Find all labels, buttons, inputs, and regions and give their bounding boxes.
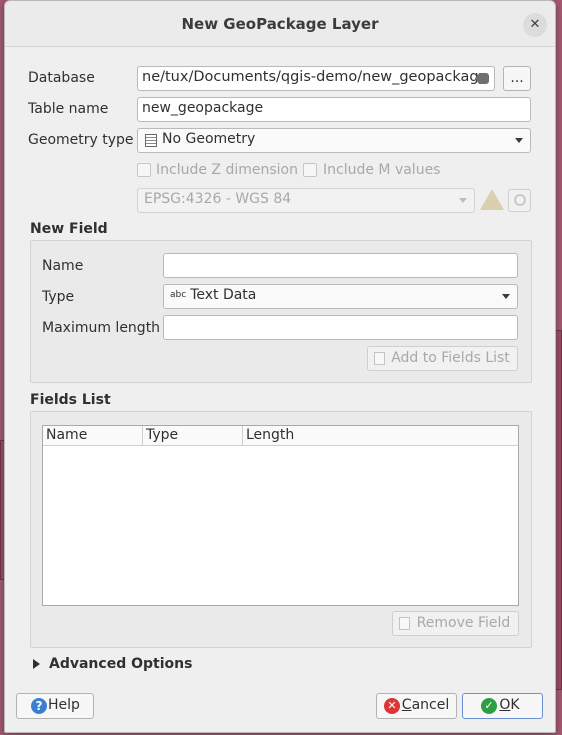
cancel-icon: ✕ [384, 698, 400, 714]
crs-select[interactable]: EPSG:4326 - WGS 84 [137, 188, 475, 213]
remove-field-label: Remove Field [416, 615, 511, 631]
ok-label: K [510, 697, 520, 713]
add-to-fields-button[interactable]: Add to Fields List [367, 346, 518, 371]
fields-table[interactable]: Name Type Length [42, 425, 519, 606]
column-header-length[interactable]: Length [243, 426, 518, 446]
close-icon: ✕ [529, 17, 541, 32]
cancel-label: ancel [411, 697, 450, 713]
help-icon: ? [31, 698, 47, 714]
table-name-label: Table name [28, 101, 109, 117]
table-icon [145, 134, 157, 147]
close-button[interactable]: ✕ [523, 13, 547, 37]
database-path: ne/tux/Documents/qgis-demo/new_geopackag… [142, 69, 488, 85]
advanced-options-toggle[interactable]: Advanced Options [49, 656, 192, 672]
dialog-title: New GeoPackage Layer [181, 15, 379, 33]
geometry-type-label: Geometry type [28, 132, 134, 148]
ok-icon: ✓ [481, 698, 497, 714]
title-bar: New GeoPackage Layer ✕ [5, 1, 555, 47]
remove-field-icon [399, 617, 410, 630]
field-type-value: Text Data [190, 287, 257, 303]
column-header-name[interactable]: Name [43, 426, 143, 446]
ok-button[interactable]: ✓ OK [462, 693, 543, 719]
max-length-label: Maximum length [42, 320, 161, 336]
include-z-checkbox[interactable] [137, 163, 151, 177]
add-field-icon [374, 352, 385, 365]
remove-field-button[interactable]: Remove Field [392, 611, 519, 636]
crs-value: EPSG:4326 - WGS 84 [144, 191, 292, 207]
help-button[interactable]: ? Help [16, 693, 94, 719]
field-type-label: Type [42, 289, 75, 305]
new-field-title: New Field [30, 221, 108, 237]
add-to-fields-label: Add to Fields List [391, 350, 510, 366]
column-header-type[interactable]: Type [143, 426, 243, 446]
crs-picker-button[interactable] [508, 189, 531, 212]
geometry-type-value: No Geometry [162, 131, 256, 147]
database-label: Database [28, 70, 95, 86]
new-geopackage-layer-dialog: New GeoPackage Layer ✕ Database ne/tux/D… [4, 0, 556, 733]
fields-list-title: Fields List [30, 392, 111, 408]
cancel-button[interactable]: ✕ Cancel [376, 693, 457, 719]
fields-list-group: Name Type Length Remove Field [30, 411, 532, 648]
field-type-select[interactable]: abc Text Data [163, 284, 518, 309]
include-m-checkbox[interactable] [303, 163, 317, 177]
database-field[interactable]: ne/tux/Documents/qgis-demo/new_geopackag… [137, 66, 495, 91]
chevron-down-icon [515, 138, 523, 143]
include-m-label: Include M values [323, 162, 441, 178]
chevron-down-icon [502, 294, 510, 299]
chevron-right-icon[interactable] [33, 659, 40, 669]
cancel-mnemonic: C [401, 697, 412, 713]
help-label: Help [48, 697, 80, 713]
chevron-down-icon [459, 198, 467, 203]
text-type-icon: abc [170, 290, 187, 300]
ok-mnemonic: O [499, 697, 511, 713]
globe-icon [513, 194, 526, 206]
table-name-input[interactable]: new_geopackage [137, 97, 531, 122]
include-z-label: Include Z dimension [156, 162, 298, 178]
new-field-group: Name Type abc Text Data Maximum length Ad… [30, 240, 532, 383]
browse-button[interactable]: ... [503, 66, 531, 91]
field-name-input[interactable] [163, 253, 518, 278]
field-name-label: Name [42, 258, 84, 274]
warning-icon [480, 189, 504, 210]
geometry-type-select[interactable]: No Geometry [137, 128, 531, 153]
max-length-input[interactable] [163, 315, 518, 340]
